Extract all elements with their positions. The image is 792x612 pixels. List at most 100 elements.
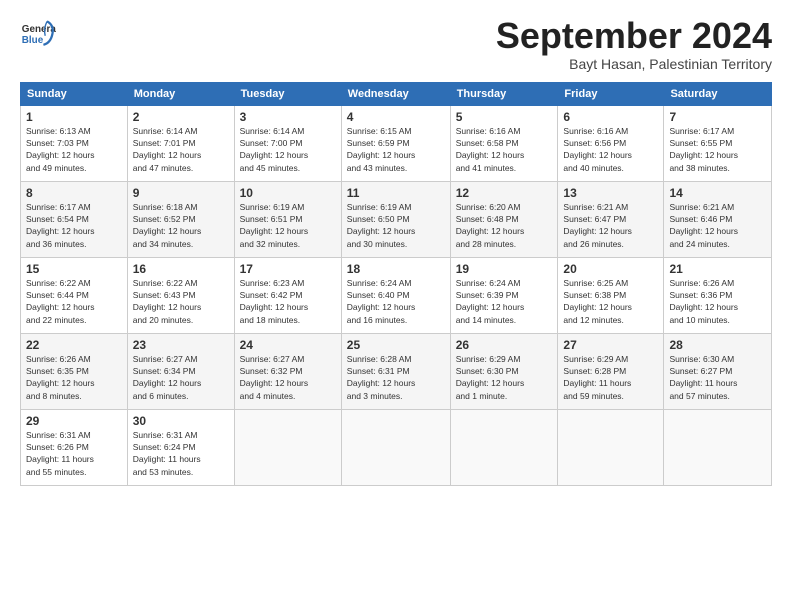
day-info: Sunrise: 6:25 AM Sunset: 6:38 PM Dayligh… <box>563 277 658 326</box>
calendar-cell <box>558 409 664 485</box>
calendar-cell <box>450 409 558 485</box>
day-number: 7 <box>669 110 766 124</box>
day-number: 14 <box>669 186 766 200</box>
day-number: 5 <box>456 110 553 124</box>
calendar-cell: 14Sunrise: 6:21 AM Sunset: 6:46 PM Dayli… <box>664 181 772 257</box>
calendar-cell: 10Sunrise: 6:19 AM Sunset: 6:51 PM Dayli… <box>234 181 341 257</box>
calendar-cell: 13Sunrise: 6:21 AM Sunset: 6:47 PM Dayli… <box>558 181 664 257</box>
day-number: 22 <box>26 338 122 352</box>
calendar-cell <box>341 409 450 485</box>
day-info: Sunrise: 6:21 AM Sunset: 6:47 PM Dayligh… <box>563 201 658 250</box>
day-info: Sunrise: 6:18 AM Sunset: 6:52 PM Dayligh… <box>133 201 229 250</box>
calendar-cell <box>234 409 341 485</box>
calendar-cell: 19Sunrise: 6:24 AM Sunset: 6:39 PM Dayli… <box>450 257 558 333</box>
day-info: Sunrise: 6:24 AM Sunset: 6:40 PM Dayligh… <box>347 277 445 326</box>
col-header-tuesday: Tuesday <box>234 82 341 105</box>
calendar-cell: 16Sunrise: 6:22 AM Sunset: 6:43 PM Dayli… <box>127 257 234 333</box>
day-number: 9 <box>133 186 229 200</box>
day-info: Sunrise: 6:15 AM Sunset: 6:59 PM Dayligh… <box>347 125 445 174</box>
day-info: Sunrise: 6:26 AM Sunset: 6:35 PM Dayligh… <box>26 353 122 402</box>
day-info: Sunrise: 6:31 AM Sunset: 6:26 PM Dayligh… <box>26 429 122 478</box>
svg-text:Blue: Blue <box>22 35 44 46</box>
calendar-cell: 9Sunrise: 6:18 AM Sunset: 6:52 PM Daylig… <box>127 181 234 257</box>
day-number: 28 <box>669 338 766 352</box>
calendar-cell: 23Sunrise: 6:27 AM Sunset: 6:34 PM Dayli… <box>127 333 234 409</box>
calendar-cell: 26Sunrise: 6:29 AM Sunset: 6:30 PM Dayli… <box>450 333 558 409</box>
day-number: 13 <box>563 186 658 200</box>
day-info: Sunrise: 6:22 AM Sunset: 6:43 PM Dayligh… <box>133 277 229 326</box>
day-info: Sunrise: 6:13 AM Sunset: 7:03 PM Dayligh… <box>26 125 122 174</box>
day-number: 26 <box>456 338 553 352</box>
day-number: 8 <box>26 186 122 200</box>
calendar-cell: 30Sunrise: 6:31 AM Sunset: 6:24 PM Dayli… <box>127 409 234 485</box>
day-info: Sunrise: 6:26 AM Sunset: 6:36 PM Dayligh… <box>669 277 766 326</box>
logo: General Blue <box>20 16 56 52</box>
day-number: 23 <box>133 338 229 352</box>
day-info: Sunrise: 6:20 AM Sunset: 6:48 PM Dayligh… <box>456 201 553 250</box>
day-number: 25 <box>347 338 445 352</box>
day-number: 20 <box>563 262 658 276</box>
month-title: September 2024 <box>496 16 772 56</box>
location-subtitle: Bayt Hasan, Palestinian Territory <box>496 56 772 72</box>
calendar-cell: 20Sunrise: 6:25 AM Sunset: 6:38 PM Dayli… <box>558 257 664 333</box>
col-header-saturday: Saturday <box>664 82 772 105</box>
calendar-cell: 8Sunrise: 6:17 AM Sunset: 6:54 PM Daylig… <box>21 181 128 257</box>
day-number: 12 <box>456 186 553 200</box>
day-info: Sunrise: 6:19 AM Sunset: 6:51 PM Dayligh… <box>240 201 336 250</box>
calendar-cell <box>664 409 772 485</box>
day-info: Sunrise: 6:24 AM Sunset: 6:39 PM Dayligh… <box>456 277 553 326</box>
calendar-cell: 22Sunrise: 6:26 AM Sunset: 6:35 PM Dayli… <box>21 333 128 409</box>
col-header-wednesday: Wednesday <box>341 82 450 105</box>
calendar-cell: 15Sunrise: 6:22 AM Sunset: 6:44 PM Dayli… <box>21 257 128 333</box>
calendar-cell: 24Sunrise: 6:27 AM Sunset: 6:32 PM Dayli… <box>234 333 341 409</box>
day-number: 30 <box>133 414 229 428</box>
day-number: 17 <box>240 262 336 276</box>
day-number: 6 <box>563 110 658 124</box>
day-number: 19 <box>456 262 553 276</box>
calendar-cell: 4Sunrise: 6:15 AM Sunset: 6:59 PM Daylig… <box>341 105 450 181</box>
title-block: September 2024 Bayt Hasan, Palestinian T… <box>496 16 772 72</box>
calendar-cell: 5Sunrise: 6:16 AM Sunset: 6:58 PM Daylig… <box>450 105 558 181</box>
col-header-thursday: Thursday <box>450 82 558 105</box>
calendar-cell: 28Sunrise: 6:30 AM Sunset: 6:27 PM Dayli… <box>664 333 772 409</box>
col-header-sunday: Sunday <box>21 82 128 105</box>
calendar-cell: 3Sunrise: 6:14 AM Sunset: 7:00 PM Daylig… <box>234 105 341 181</box>
calendar-cell: 21Sunrise: 6:26 AM Sunset: 6:36 PM Dayli… <box>664 257 772 333</box>
calendar-cell: 27Sunrise: 6:29 AM Sunset: 6:28 PM Dayli… <box>558 333 664 409</box>
col-header-monday: Monday <box>127 82 234 105</box>
calendar-cell: 6Sunrise: 6:16 AM Sunset: 6:56 PM Daylig… <box>558 105 664 181</box>
day-info: Sunrise: 6:29 AM Sunset: 6:28 PM Dayligh… <box>563 353 658 402</box>
day-info: Sunrise: 6:17 AM Sunset: 6:55 PM Dayligh… <box>669 125 766 174</box>
col-header-friday: Friday <box>558 82 664 105</box>
day-number: 3 <box>240 110 336 124</box>
logo-icon: General Blue <box>20 16 56 52</box>
day-number: 4 <box>347 110 445 124</box>
day-info: Sunrise: 6:14 AM Sunset: 7:01 PM Dayligh… <box>133 125 229 174</box>
day-info: Sunrise: 6:16 AM Sunset: 6:58 PM Dayligh… <box>456 125 553 174</box>
calendar-cell: 17Sunrise: 6:23 AM Sunset: 6:42 PM Dayli… <box>234 257 341 333</box>
day-number: 2 <box>133 110 229 124</box>
calendar-cell: 11Sunrise: 6:19 AM Sunset: 6:50 PM Dayli… <box>341 181 450 257</box>
day-number: 29 <box>26 414 122 428</box>
day-number: 21 <box>669 262 766 276</box>
day-number: 24 <box>240 338 336 352</box>
calendar-cell: 29Sunrise: 6:31 AM Sunset: 6:26 PM Dayli… <box>21 409 128 485</box>
calendar-cell: 18Sunrise: 6:24 AM Sunset: 6:40 PM Dayli… <box>341 257 450 333</box>
day-info: Sunrise: 6:22 AM Sunset: 6:44 PM Dayligh… <box>26 277 122 326</box>
calendar-cell: 12Sunrise: 6:20 AM Sunset: 6:48 PM Dayli… <box>450 181 558 257</box>
day-info: Sunrise: 6:23 AM Sunset: 6:42 PM Dayligh… <box>240 277 336 326</box>
day-info: Sunrise: 6:21 AM Sunset: 6:46 PM Dayligh… <box>669 201 766 250</box>
day-number: 18 <box>347 262 445 276</box>
day-info: Sunrise: 6:14 AM Sunset: 7:00 PM Dayligh… <box>240 125 336 174</box>
calendar-cell: 7Sunrise: 6:17 AM Sunset: 6:55 PM Daylig… <box>664 105 772 181</box>
day-info: Sunrise: 6:29 AM Sunset: 6:30 PM Dayligh… <box>456 353 553 402</box>
calendar-cell: 25Sunrise: 6:28 AM Sunset: 6:31 PM Dayli… <box>341 333 450 409</box>
day-info: Sunrise: 6:30 AM Sunset: 6:27 PM Dayligh… <box>669 353 766 402</box>
day-info: Sunrise: 6:16 AM Sunset: 6:56 PM Dayligh… <box>563 125 658 174</box>
day-number: 1 <box>26 110 122 124</box>
day-info: Sunrise: 6:28 AM Sunset: 6:31 PM Dayligh… <box>347 353 445 402</box>
calendar-cell: 2Sunrise: 6:14 AM Sunset: 7:01 PM Daylig… <box>127 105 234 181</box>
day-number: 11 <box>347 186 445 200</box>
day-info: Sunrise: 6:27 AM Sunset: 6:32 PM Dayligh… <box>240 353 336 402</box>
day-info: Sunrise: 6:17 AM Sunset: 6:54 PM Dayligh… <box>26 201 122 250</box>
